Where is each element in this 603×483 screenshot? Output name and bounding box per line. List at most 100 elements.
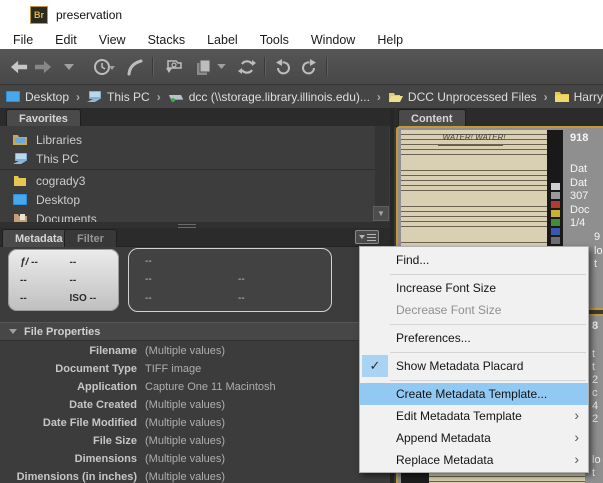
favorites-separator (0, 169, 390, 170)
desktop-icon (12, 194, 28, 205)
property-row-date-created: Date Created (Multiple values) (0, 396, 390, 414)
menu-item-show-metadata-placard[interactable]: ✓ Show Metadata Placard (360, 355, 588, 377)
tab-filter[interactable]: Filter (64, 229, 117, 247)
menu-item-decrease-font-size: Decrease Font Size (360, 299, 588, 321)
favorites-item-this-pc[interactable]: This PC (0, 149, 390, 168)
menu-stacks[interactable]: Stacks (137, 30, 197, 49)
get-photos-from-camera-icon[interactable] (162, 56, 184, 78)
favorites-scrollbar[interactable]: ▼ (375, 126, 389, 222)
disclosure-triangle-icon (9, 329, 17, 334)
menubar: File Edit View Stacks Label Tools Window… (0, 30, 603, 49)
file-detail-filename: 8 (592, 320, 598, 332)
breadcrumb-item-dcc-unprocessed[interactable]: DCC Unprocessed Files (388, 90, 537, 104)
file-properties-list: Filename (Multiple values) Document Type… (0, 342, 390, 483)
menu-edit[interactable]: Edit (44, 30, 88, 49)
file-detail-filename: 918 (570, 132, 588, 146)
forward-icon[interactable] (34, 56, 52, 78)
file-detail-fragments: 9 lo t (594, 231, 603, 272)
menu-window[interactable]: Window (300, 30, 366, 49)
menu-item-append-metadata[interactable]: Append Metadata › (360, 427, 588, 449)
metadata-placard-file: -- -- -- -- -- (128, 248, 332, 312)
back-icon[interactable] (10, 56, 28, 78)
menu-view[interactable]: View (88, 30, 137, 49)
menu-item-preferences[interactable]: Preferences... (360, 327, 588, 349)
submenu-arrow-icon: › (574, 429, 579, 445)
panel-menu-icon[interactable] (355, 230, 379, 244)
metadata-panel-context-menu: Find... Increase Font Size Decrease Font… (359, 246, 589, 473)
property-row-dimensions: Dimensions (Multiple values) (0, 450, 390, 468)
property-row-application: Application Capture One 11 Macintosh (0, 378, 390, 396)
submenu-arrow-icon: › (574, 451, 579, 467)
computer-icon (87, 91, 102, 103)
submenu-arrow-icon: › (574, 407, 579, 423)
boomerang-return-icon[interactable] (126, 56, 144, 78)
scroll-down-icon[interactable]: ▼ (373, 206, 389, 221)
menu-item-edit-metadata-template[interactable]: Edit Metadata Template › (360, 405, 588, 427)
menu-tools[interactable]: Tools (249, 30, 300, 49)
breadcrumb-item-dcc-drive[interactable]: dcc (\\storage.library.illinois.edu)... (168, 90, 370, 104)
duplicate-window-icon[interactable] (194, 56, 214, 78)
window-title: preservation (56, 8, 122, 22)
menu-item-find[interactable]: Find... (360, 249, 588, 271)
metadata-pane: Metadata Filter ƒ/ -- -- -- -- -- ISO --… (0, 228, 390, 483)
bridge-app-icon: Br (30, 6, 48, 24)
titlebar: Br preservation (0, 0, 603, 30)
file-detail-fragments: t t 2 c 4 2 (592, 348, 598, 426)
aperture-value: ƒ/ -- (20, 254, 70, 271)
favorites-panel: Libraries This PC cogrady3 Desktop (0, 126, 390, 222)
bridge-window: Br preservation File Edit View Stacks La… (0, 0, 603, 483)
menu-item-create-metadata-template[interactable]: Create Metadata Template... (360, 383, 588, 405)
dropdown-caret-icon[interactable] (64, 56, 74, 78)
metadata-placard-exposure: ƒ/ -- -- -- -- -- ISO -- (8, 249, 119, 311)
favorites-item-documents[interactable]: Documents (0, 209, 390, 222)
recent-files-icon[interactable] (92, 56, 116, 78)
menu-item-replace-metadata[interactable]: Replace Metadata › (360, 449, 588, 471)
desktop-icon (6, 91, 20, 103)
tab-content[interactable]: Content (398, 109, 466, 127)
chevron-right-icon: › (544, 90, 548, 104)
toolbar-separator (264, 57, 266, 77)
computer-icon (12, 153, 28, 165)
property-row-date-modified: Date File Modified (Multiple values) (0, 414, 390, 432)
checkmark-icon: ✓ (362, 355, 388, 377)
refresh-icon[interactable] (238, 56, 256, 78)
property-row-filename: Filename (Multiple values) (0, 342, 390, 360)
tab-favorites[interactable]: Favorites (6, 109, 81, 127)
red-underline (438, 145, 504, 146)
breadcrumb-item-this-pc[interactable]: This PC (87, 90, 150, 104)
content-tabstrip: Content (394, 108, 603, 127)
network-drive-icon (168, 92, 184, 102)
metadata-tabstrip: Metadata Filter (0, 228, 390, 247)
chevron-right-icon: › (157, 90, 161, 104)
documents-icon (12, 213, 28, 222)
libraries-icon (12, 134, 28, 145)
folder-icon (555, 91, 569, 102)
property-row-file-size: File Size (Multiple values) (0, 432, 390, 450)
iso-value: ISO -- (70, 290, 120, 307)
favorites-item-desktop[interactable]: Desktop (0, 190, 390, 209)
property-row-document-type: Document Type TIFF image (0, 360, 390, 378)
property-row-dimensions-inches: Dimensions (in inches) (Multiple values) (0, 468, 390, 483)
favorites-item-cogrady3[interactable]: cogrady3 (0, 171, 390, 190)
toolbar-separator (326, 57, 328, 77)
left-panel-column: Favorites Libraries This PC (0, 108, 390, 483)
breadcrumb: Desktop › This PC › dcc (\\storage.libra… (0, 85, 603, 109)
folder-icon (12, 175, 28, 186)
file-detail-fragments: lo t (592, 454, 601, 480)
menu-item-increase-font-size[interactable]: Increase Font Size (360, 277, 588, 299)
menu-help[interactable]: Help (366, 30, 414, 49)
favorites-tabstrip: Favorites (0, 108, 390, 127)
favorites-item-libraries[interactable]: Libraries (0, 130, 390, 149)
dropdown-caret-icon[interactable] (217, 56, 226, 78)
toolbar (0, 49, 603, 85)
chevron-right-icon: › (76, 90, 80, 104)
menu-label[interactable]: Label (196, 30, 249, 49)
rotate-right-icon[interactable] (301, 56, 318, 78)
rotate-left-icon[interactable] (274, 56, 291, 78)
file-properties-header[interactable]: File Properties (0, 322, 390, 341)
menu-file[interactable]: File (2, 30, 44, 49)
breadcrumb-item-desktop[interactable]: Desktop (6, 90, 69, 104)
open-folder-icon (388, 91, 403, 103)
file-detail-lines: Dat Dat 307 Doc 1/4 (570, 163, 590, 231)
breadcrumb-item-harrypartch[interactable]: HarryPartch (555, 90, 603, 104)
